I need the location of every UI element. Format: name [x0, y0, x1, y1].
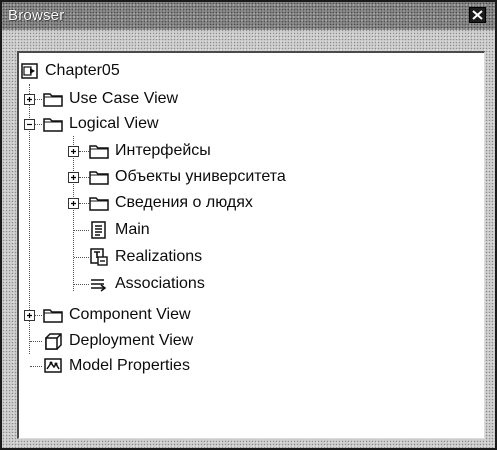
- expand-component-view[interactable]: [24, 310, 35, 321]
- folder-icon: [89, 143, 109, 159]
- tree-item-associations[interactable]: Associations: [89, 273, 205, 295]
- tree-connector: [30, 366, 42, 367]
- deployment-icon: [43, 332, 63, 350]
- tree-item-label: Объекты университета: [115, 168, 286, 185]
- tree-item-label: Chapter05: [45, 62, 120, 79]
- plus-icon: [27, 97, 32, 102]
- expand-use-case-view[interactable]: [24, 94, 35, 105]
- tree-connector: [30, 341, 42, 342]
- tree-connector: [79, 177, 89, 178]
- tree-connector: [34, 99, 42, 100]
- tree-item-label: Сведения о людях: [115, 194, 253, 211]
- plus-icon: [71, 201, 76, 206]
- tree-item-main[interactable]: Main: [89, 219, 150, 241]
- plus-icon: [71, 175, 76, 180]
- tree-connector: [74, 230, 89, 231]
- class-diagram-icon: [89, 221, 109, 239]
- minus-icon: [27, 123, 32, 126]
- tree-connector: [79, 203, 89, 204]
- tree-connector: [34, 315, 42, 316]
- tree-connector: [73, 136, 74, 291]
- tree-item-model-properties[interactable]: Model Properties: [43, 355, 190, 377]
- tree-item-label: Logical View: [69, 115, 159, 132]
- close-button[interactable]: [469, 7, 486, 23]
- tree-item-label: Deployment View: [69, 332, 194, 349]
- plus-icon: [71, 149, 76, 154]
- tree-item-label: Main: [115, 221, 150, 238]
- tree-item-label: Associations: [115, 275, 205, 292]
- realizations-icon: [89, 248, 109, 266]
- tree-item-university-objects[interactable]: Объекты университета: [89, 166, 286, 188]
- plus-icon: [27, 313, 32, 318]
- tree-panel[interactable]: Chapter05 Use Case View Logical View Инт…: [17, 51, 485, 439]
- tree-item-label: Интерфейсы: [115, 142, 211, 159]
- model-properties-icon: [43, 357, 63, 375]
- folder-icon: [43, 307, 63, 323]
- title-bar[interactable]: Browser: [2, 2, 495, 30]
- associations-icon: [89, 275, 109, 293]
- window-title: Browser: [8, 7, 65, 24]
- tree-item-label: Model Properties: [69, 357, 190, 374]
- model-icon: [21, 62, 39, 80]
- expand-interfaces[interactable]: [68, 146, 79, 157]
- tree-item-use-case-view[interactable]: Use Case View: [43, 88, 178, 110]
- collapse-logical-view[interactable]: [24, 119, 35, 130]
- folder-icon: [89, 195, 109, 211]
- tree-connector: [79, 151, 89, 152]
- tree-item-component-view[interactable]: Component View: [43, 304, 191, 326]
- folder-icon: [43, 91, 63, 107]
- tree-item-realizations[interactable]: Realizations: [89, 246, 202, 268]
- tree-item-people-info[interactable]: Сведения о людях: [89, 192, 253, 214]
- tree-item-logical-view[interactable]: Logical View: [43, 113, 159, 135]
- tree-connector: [74, 257, 89, 258]
- tree-item-label: Realizations: [115, 248, 203, 265]
- expand-university-objects[interactable]: [68, 172, 79, 183]
- tree-item-interfaces[interactable]: Интерфейсы: [89, 140, 211, 162]
- tree-item-label: Use Case View: [69, 90, 179, 107]
- tree-connector: [74, 284, 89, 285]
- expand-people-info[interactable]: [68, 198, 79, 209]
- tree-item-chapter05[interactable]: Chapter05: [21, 60, 120, 82]
- folder-icon: [89, 169, 109, 185]
- tree-item-label: Component View: [69, 306, 191, 323]
- tree-connector: [34, 124, 42, 125]
- browser-window: Browser Chapter05 Use Case View Logical …: [0, 0, 497, 450]
- tree-item-deployment-view[interactable]: Deployment View: [43, 330, 193, 352]
- folder-icon: [43, 116, 63, 132]
- close-icon: [472, 10, 483, 20]
